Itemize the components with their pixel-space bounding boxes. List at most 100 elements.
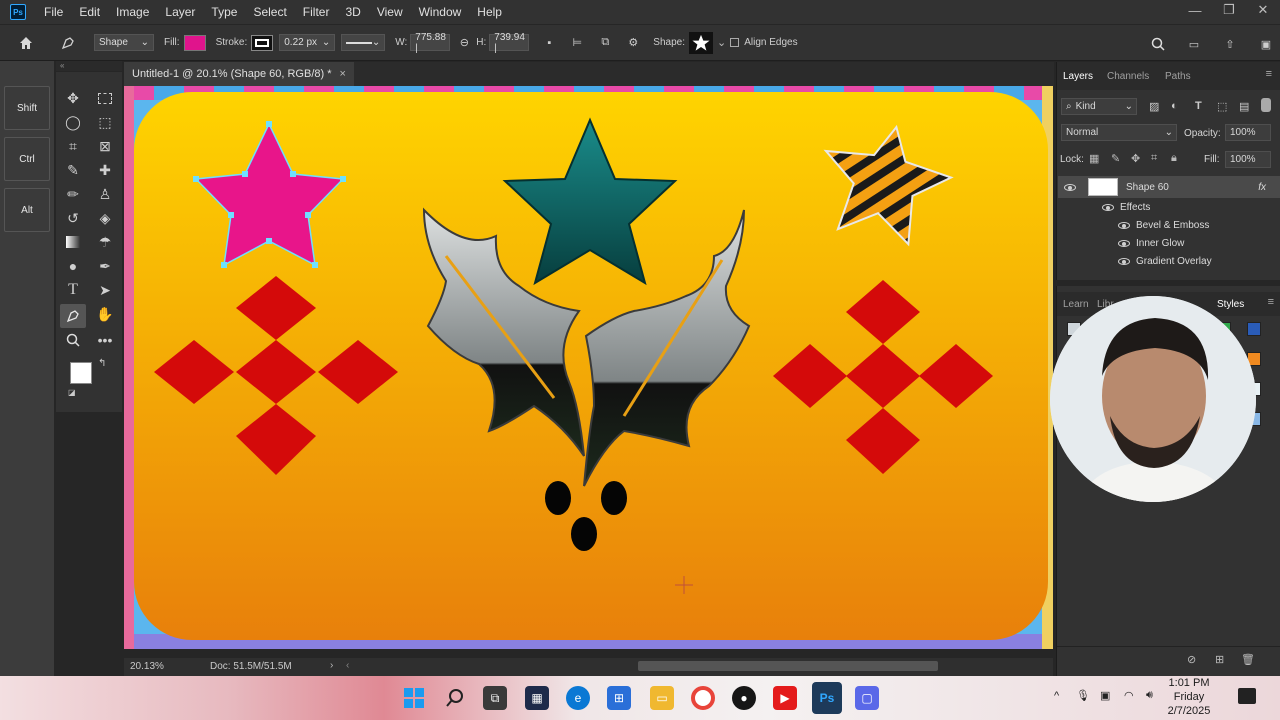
share-icon[interactable]: ⇧	[1220, 34, 1240, 54]
cloud-icon[interactable]: ▣	[1256, 34, 1276, 54]
tab-paths[interactable]: Paths	[1165, 71, 1191, 82]
collapse-icon[interactable]: «	[56, 61, 122, 71]
path-selection-tool-icon[interactable]: ➤	[94, 280, 116, 300]
menu-layer[interactable]: Layer	[157, 0, 203, 24]
tab-channels[interactable]: Channels	[1107, 71, 1149, 82]
tab-layers[interactable]: Layers	[1063, 71, 1093, 82]
lock-all-icon[interactable]: 🔒︎	[1171, 152, 1177, 165]
object-selection-tool-icon[interactable]: ⬚	[94, 112, 116, 132]
youtube-icon[interactable]: ▶	[773, 686, 797, 710]
effect-bevel-emboss[interactable]: Bevel & Emboss	[1058, 216, 1280, 234]
effects-row[interactable]: Effects	[1058, 198, 1280, 216]
lock-position-icon[interactable]: ✥	[1131, 152, 1140, 165]
height-field[interactable]: 739.94 |	[489, 32, 530, 54]
fx-badge[interactable]: fx	[1258, 182, 1266, 193]
notifications-icon[interactable]	[1238, 688, 1256, 704]
edge-browser-icon[interactable]: e	[566, 686, 590, 710]
marquee-tool-icon[interactable]	[94, 88, 116, 108]
tab-styles[interactable]: Styles	[1217, 299, 1244, 310]
crop-tool-icon[interactable]: ⌗	[62, 136, 84, 156]
volume-icon[interactable]: 🔊︎	[1146, 689, 1153, 702]
zoom-level[interactable]: 20.13%	[130, 661, 164, 672]
menu-select[interactable]: Select	[245, 0, 294, 24]
clock-date[interactable]: 2/7/2025	[1154, 705, 1224, 717]
workspace-icon[interactable]: ▭	[1184, 34, 1204, 54]
pen-tool-icon[interactable]: ✒	[94, 256, 116, 276]
panel-menu-icon[interactable]: ≡	[1266, 68, 1272, 80]
hand-tool-icon[interactable]: ✋	[94, 304, 116, 324]
visibility-eye-icon[interactable]	[1118, 239, 1130, 247]
type-tool-icon[interactable]: T	[62, 280, 84, 300]
chat-app-icon[interactable]: ▢	[855, 686, 879, 710]
filter-type-icon[interactable]: T	[1195, 100, 1202, 112]
tab-learn[interactable]: Learn	[1063, 299, 1089, 310]
eyedropper-tool-icon[interactable]: ✎	[62, 160, 84, 180]
tray-overflow-icon[interactable]: ^	[1054, 690, 1059, 702]
frame-tool-icon[interactable]: ⊠	[94, 136, 116, 156]
custom-shape-tool-icon[interactable]	[60, 304, 86, 328]
shape-picker[interactable]	[689, 31, 713, 54]
status-menu-arrow-icon[interactable]: ›	[330, 660, 333, 671]
visibility-eye-icon[interactable]	[1102, 203, 1114, 211]
clear-style-icon[interactable]: ⊘	[1187, 653, 1196, 666]
new-style-icon[interactable]: ⊞	[1215, 653, 1224, 666]
task-view-icon[interactable]: ⧉	[483, 686, 507, 710]
file-explorer-icon[interactable]: ▭	[650, 686, 674, 710]
layer-row-shape-60[interactable]: Shape 60 fx	[1058, 176, 1280, 198]
search-icon[interactable]	[443, 686, 467, 710]
healing-brush-tool-icon[interactable]: ✚	[94, 160, 116, 180]
fill-color-swatch[interactable]	[183, 34, 206, 51]
lock-image-icon[interactable]: ✎	[1111, 152, 1120, 165]
close-tab-icon[interactable]: ×	[340, 68, 346, 80]
filter-pixel-icon[interactable]: ▨	[1149, 100, 1159, 113]
wifi-icon[interactable]: ◠	[1124, 689, 1134, 702]
lasso-tool-icon[interactable]: ◯	[62, 112, 84, 132]
minimize-icon[interactable]: —	[1178, 0, 1212, 20]
filter-shape-icon[interactable]: ⬚	[1217, 100, 1227, 113]
blend-mode-select[interactable]: Normal ⌄	[1061, 124, 1177, 141]
clone-stamp-tool-icon[interactable]: ♙	[94, 184, 116, 204]
align-edges-checkbox[interactable]	[730, 38, 740, 47]
stroke-color-swatch[interactable]	[251, 34, 274, 51]
restore-icon[interactable]: ❐	[1212, 0, 1246, 20]
move-tool-icon[interactable]: ✥	[62, 88, 84, 108]
foreground-color-swatch[interactable]	[70, 362, 92, 384]
visibility-eye-icon[interactable]	[1118, 257, 1130, 265]
scroll-left-icon[interactable]: ‹	[346, 660, 349, 671]
search-icon[interactable]	[1148, 34, 1168, 54]
gradient-tool-icon[interactable]	[62, 232, 84, 252]
pen-tool-preset-icon[interactable]	[58, 33, 78, 53]
menu-help[interactable]: Help	[469, 0, 510, 24]
more-tools-icon[interactable]: •••	[94, 330, 116, 350]
lock-transparent-icon[interactable]: ▦	[1089, 152, 1099, 165]
document-tab[interactable]: Untitled-1 @ 20.1% (Shape 60, RGB/8) * ×	[124, 62, 354, 86]
eraser-tool-icon[interactable]: ◈	[94, 208, 116, 228]
tool-mode-select[interactable]: Shape ⌄	[94, 34, 154, 51]
panel-menu-icon[interactable]: ≡	[1268, 296, 1274, 308]
menu-type[interactable]: Type	[203, 0, 245, 24]
filter-toggle-icon[interactable]	[1261, 98, 1271, 112]
menu-edit[interactable]: Edit	[71, 0, 108, 24]
default-colors-icon[interactable]: ◪	[68, 388, 76, 397]
layer-filter-kind[interactable]: ⌕ Kind ⌄	[1061, 98, 1137, 115]
link-icon[interactable]: ⊖	[454, 33, 474, 53]
width-field[interactable]: 775.88 |	[410, 32, 451, 54]
trash-icon[interactable]: 🗑︎	[1241, 653, 1255, 666]
layer-fill-field[interactable]: 100%	[1225, 151, 1271, 168]
stroke-width-field[interactable]: 0.22 px ⌄	[279, 34, 336, 51]
menu-view[interactable]: View	[369, 0, 411, 24]
brush-tool-icon[interactable]: ✏	[62, 184, 84, 204]
github-icon[interactable]: ●	[732, 686, 756, 710]
menu-filter[interactable]: Filter	[295, 0, 338, 24]
home-icon[interactable]	[16, 33, 36, 53]
stroke-type-select[interactable]: ⌄	[341, 34, 386, 51]
store-icon[interactable]: ⊞	[607, 686, 631, 710]
menu-file[interactable]: File	[36, 0, 71, 24]
document-canvas[interactable]	[124, 86, 1053, 649]
path-arrangement-icon[interactable]: ⧉	[595, 33, 615, 53]
menu-window[interactable]: Window	[411, 0, 470, 24]
path-alignment-icon[interactable]: ⊨	[567, 33, 587, 53]
chrome-icon[interactable]	[691, 686, 715, 710]
effect-gradient-overlay[interactable]: Gradient Overlay	[1058, 252, 1280, 270]
close-icon[interactable]: ✕	[1246, 0, 1280, 20]
